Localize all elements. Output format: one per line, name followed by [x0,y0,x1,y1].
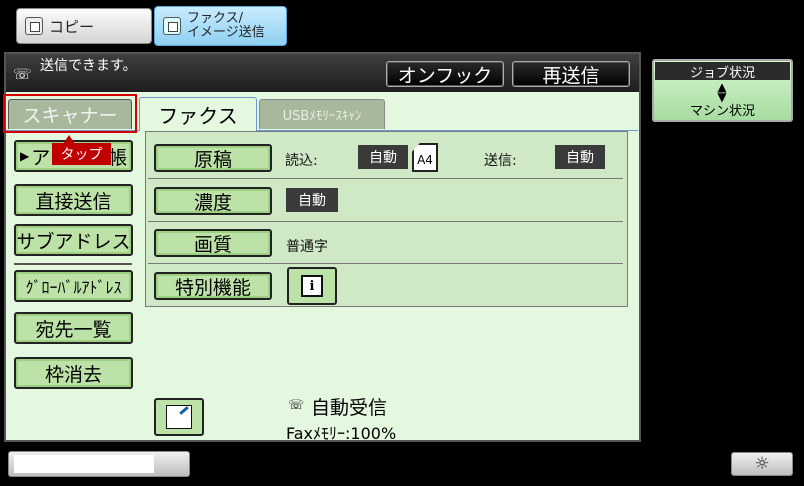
tab-fax[interactable]: ファクス [139,97,257,131]
job-status-label: ジョブ状況 [655,62,790,81]
status-message: 送信できます。 [40,58,137,74]
sidebar-separator [14,263,132,265]
row-divider [148,263,623,264]
read-value: 自動 [358,145,408,169]
global-address-button[interactable]: ｸﾞﾛｰﾊﾞﾙｱﾄﾞﾚｽ [14,270,133,302]
direct-send-button[interactable]: 直接送信 [14,184,133,216]
receive-phone-icon: ☏ [288,398,305,413]
quality-value: 普通字 [286,239,328,255]
tap-callout: タップ [52,143,111,165]
send-value: 自動 [555,145,605,169]
send-label: 送信: [484,153,517,169]
address-book-label-suffix: 帳 [108,146,128,169]
copy-icon [25,17,43,35]
row-divider [148,221,623,222]
fax-mode-label-line1: ファクス/ [187,11,243,26]
special-function-button[interactable]: 特別機能 [154,272,272,300]
play-arrow-icon: ▶ [20,149,30,163]
bottom-status-field [14,455,154,473]
fax-mode-label-line2: イメージ送信 [187,25,265,40]
fax-memory-status: Faxﾒﾓﾘｰ:100% [286,424,397,443]
address-book-label-prefix: ア [31,146,51,169]
machine-status-label: マシン状況 [689,104,755,119]
info-icon: i [301,275,323,297]
phone-icon: ☏ [13,65,32,83]
auto-receive-status: 自動受信 [311,397,388,419]
destination-list-button[interactable]: 宛先一覧 [14,312,133,344]
fax-image-send-mode-button[interactable]: ファクス/ イメージ送信 [154,6,287,46]
brightness-button[interactable]: ☼ [731,452,793,476]
sub-address-button[interactable]: サブアドレス [14,224,133,256]
up-down-arrow-icon: ▲ ▼ [717,80,727,104]
copy-mode-label: コピー [49,17,95,36]
brightness-icon: ☼ [754,454,770,474]
density-button[interactable]: 濃度 [154,187,272,215]
tab-usb-memory-scan[interactable]: USBﾒﾓﾘｰｽｷｬﾝ [259,99,385,129]
info-button[interactable]: i [287,267,337,305]
tap-highlight-frame [3,94,137,133]
density-value: 自動 [286,188,338,212]
contacts-edit-icon [166,405,192,429]
quality-button[interactable]: 画質 [154,229,272,257]
frame-erase-button[interactable]: 枠消去 [14,357,133,389]
paper-size-label: A4 [417,153,433,167]
contacts-edit-button[interactable] [154,398,204,436]
row-divider [148,178,623,179]
fax-image-send-icon [163,17,181,35]
copy-mode-button[interactable]: コピー [16,8,152,44]
onhook-button[interactable]: オンフック [386,61,504,87]
read-label: 読込: [285,153,318,169]
original-button[interactable]: 原稿 [154,144,272,172]
resend-button[interactable]: 再送信 [512,61,630,87]
